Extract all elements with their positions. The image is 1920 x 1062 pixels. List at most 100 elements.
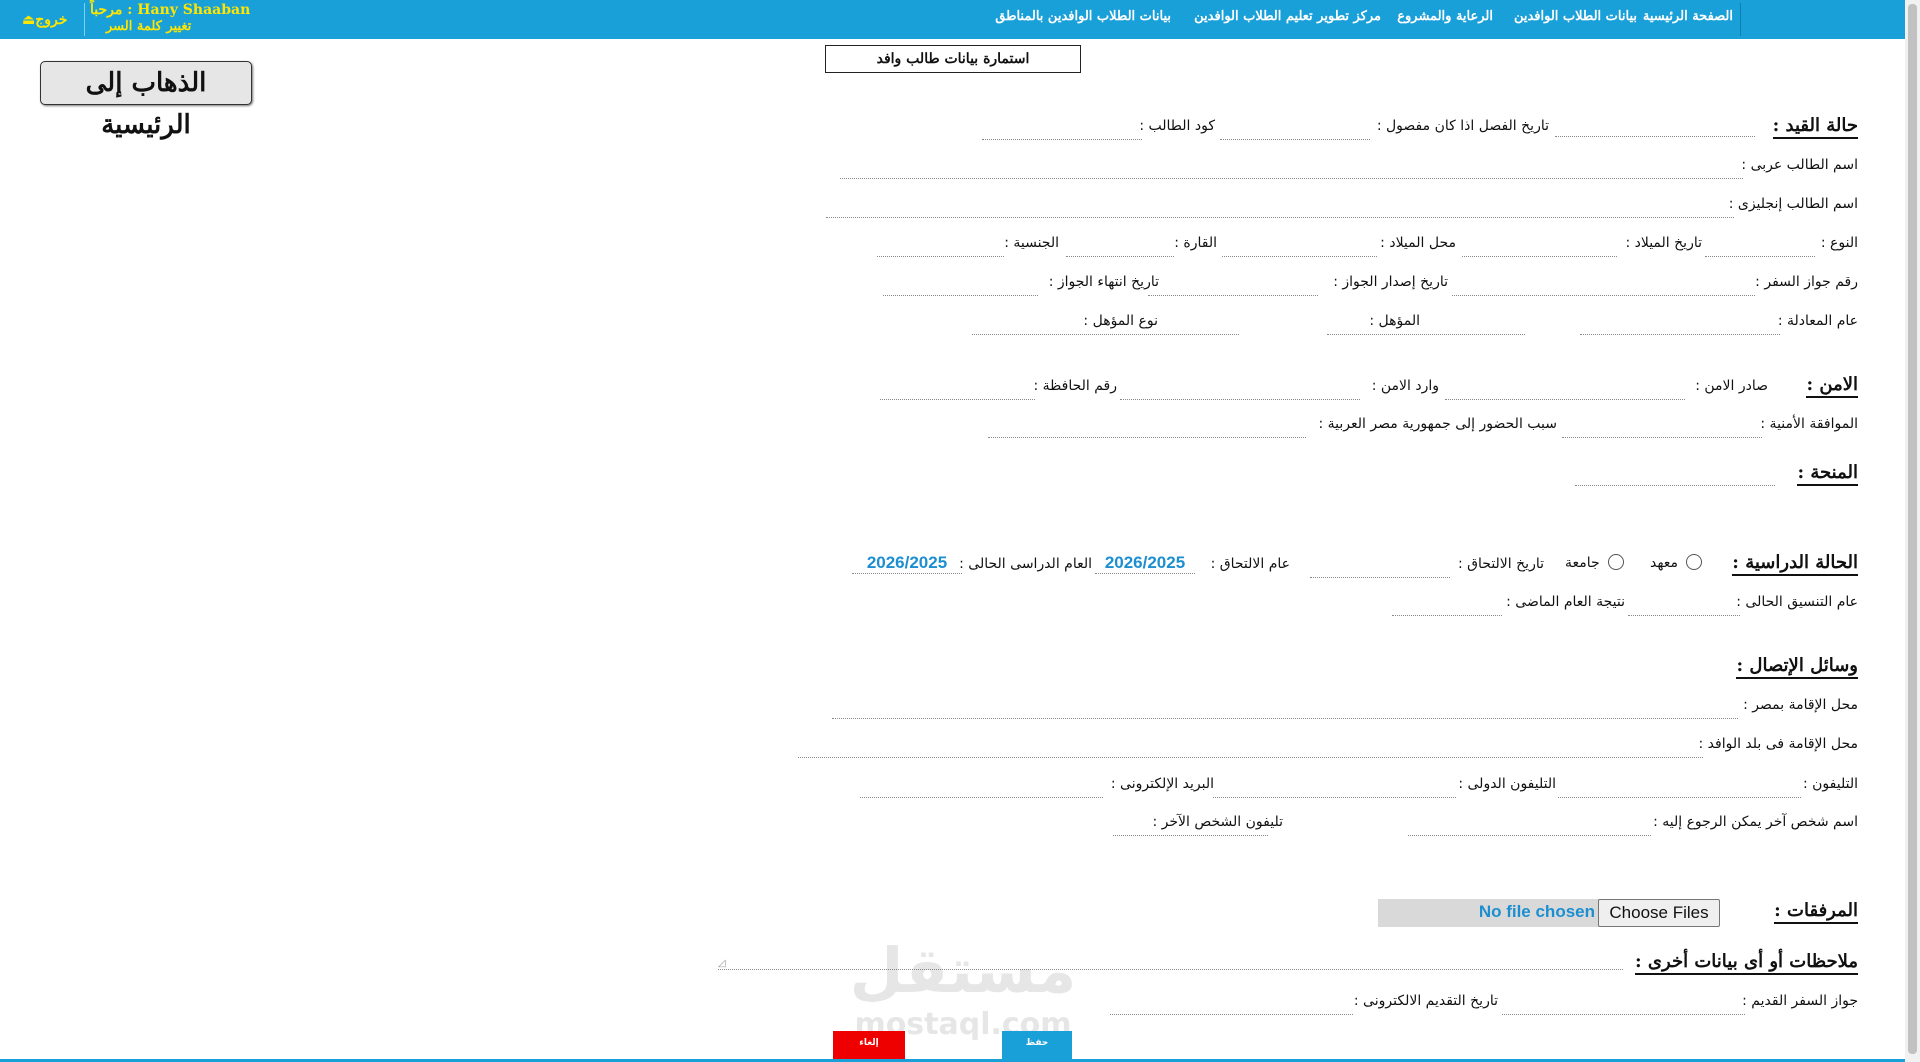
- folder-no-label: رقم الحافظة :: [1033, 378, 1117, 394]
- nationality-field[interactable]: [877, 238, 1004, 257]
- last-result-field[interactable]: [1392, 597, 1502, 616]
- residence-home-field[interactable]: [798, 739, 1703, 758]
- old-passport-label: جواز السفر القديم :: [1742, 993, 1858, 1009]
- name-en-label: اسم الطالب إنجليزى :: [1728, 196, 1858, 212]
- nav-regional-data[interactable]: بيانات الطلاب الوافدين بالمناطق: [995, 9, 1171, 24]
- section-attachments-title: المرفقات :: [1774, 900, 1858, 924]
- current-year-label: العام الدراسى الحالى :: [959, 556, 1092, 572]
- security-approval-label: الموافقة الأمنية :: [1760, 416, 1858, 432]
- scrollbar-thumb[interactable]: [1908, 4, 1917, 1054]
- coordination-year-label: عام التنسيق الحالى :: [1736, 594, 1858, 610]
- mostaql-watermark: مستقل mostaql.com: [850, 934, 1077, 1040]
- name-ar-label: اسم الطالب عربى :: [1741, 157, 1858, 173]
- dismissal-date-field[interactable]: [1220, 121, 1370, 140]
- gender-label: النوع :: [1820, 235, 1858, 251]
- section-enrollment-title: حالة القيد :: [1772, 115, 1858, 139]
- continent-field[interactable]: [1066, 238, 1174, 257]
- name-ar-field[interactable]: [840, 160, 1743, 179]
- passport-no-field[interactable]: [1452, 277, 1755, 296]
- student-code-label: كود الطالب :: [1139, 118, 1215, 134]
- file-status-text: No file chosen: [1478, 902, 1595, 921]
- folder-no-field[interactable]: [880, 381, 1035, 400]
- section-scholarship-title: المنحة :: [1797, 462, 1858, 486]
- nav-development-center[interactable]: مركز تطوير تعليم الطلاب الوافدين: [1194, 9, 1381, 24]
- nav-home[interactable]: الصفحة الرئيسية: [1643, 9, 1733, 24]
- intl-phone-field[interactable]: [1213, 779, 1456, 798]
- university-radio[interactable]: [1608, 554, 1624, 570]
- passport-no-label: رقم جواز السفر :: [1755, 274, 1858, 290]
- resize-handle-icon[interactable]: ◿: [718, 958, 726, 969]
- residence-egypt-label: محل الإقامة بمصر :: [1743, 697, 1858, 713]
- birth-date-field[interactable]: [1462, 238, 1617, 257]
- passport-expiry-field[interactable]: [883, 277, 1038, 296]
- birth-date-label: تاريخ الميلاد :: [1625, 235, 1702, 251]
- form-title: استمارة بيانات طالب وافد: [825, 45, 1081, 73]
- go-home-button[interactable]: الذهاب إلى الرئيسية: [40, 61, 252, 140]
- logout-icon: ⏏: [22, 12, 36, 28]
- residence-egypt-field[interactable]: [832, 700, 1738, 719]
- top-navigation-bar: الصفحة الرئيسية بيانات الطلاب الوافدين ا…: [0, 0, 1905, 39]
- residence-home-label: محل الإقامة فى بلد الوافد :: [1698, 736, 1858, 752]
- current-year-value[interactable]: 2026/2025: [852, 553, 962, 574]
- security-issued-field[interactable]: [1445, 381, 1685, 400]
- email-field[interactable]: [860, 779, 1103, 798]
- dismissal-date-label: تاريخ الفصل اذا كان مفصول :: [1376, 118, 1549, 134]
- join-year-value[interactable]: 2026/2025: [1095, 553, 1195, 574]
- student-code-field[interactable]: [982, 121, 1142, 140]
- name-en-field[interactable]: [826, 199, 1734, 218]
- section-notes-title: ملاحظات أو أى بيانات أخرى :: [1635, 951, 1858, 975]
- watermark-logo: مستقل: [850, 934, 1077, 1007]
- institute-label: معهد: [1650, 555, 1679, 571]
- arrival-reason-label: سبب الحضور إلى جمهورية مصر العربية :: [1318, 416, 1558, 432]
- passport-issue-field[interactable]: [1148, 277, 1318, 296]
- birth-place-field[interactable]: [1222, 238, 1377, 257]
- save-button[interactable]: حفظ: [1002, 1031, 1072, 1062]
- equivalency-year-field[interactable]: [1580, 316, 1780, 335]
- nav-students-data[interactable]: بيانات الطلاب الوافدين: [1514, 9, 1637, 24]
- passport-expiry-label: تاريخ انتهاء الجواز :: [1048, 274, 1159, 290]
- qualification-field[interactable]: [1327, 316, 1525, 335]
- nav-divider: [1740, 3, 1741, 36]
- arrival-reason-field[interactable]: [988, 419, 1306, 438]
- contact-person-label: اسم شخص آخر يمكن الرجوع إليه :: [1653, 814, 1858, 830]
- cancel-button[interactable]: إلغاء: [833, 1031, 905, 1062]
- join-date-field[interactable]: [1310, 559, 1450, 578]
- submit-date-field[interactable]: [1110, 996, 1353, 1015]
- continent-label: القارة :: [1174, 235, 1217, 251]
- choose-files-button[interactable]: Choose Files: [1598, 899, 1720, 927]
- enrollment-status-field[interactable]: [1555, 118, 1755, 137]
- join-year-label: عام الالتحاق :: [1210, 556, 1290, 572]
- scholarship-field[interactable]: [1575, 467, 1775, 486]
- contact-phone-field[interactable]: [1113, 817, 1268, 836]
- nationality-label: الجنسية :: [1004, 235, 1059, 251]
- old-passport-field[interactable]: [1502, 996, 1745, 1015]
- institute-radio[interactable]: [1686, 554, 1702, 570]
- intl-phone-label: التليفون الدولى :: [1458, 776, 1556, 792]
- phone-field[interactable]: [1558, 779, 1801, 798]
- email-label: البريد الإلكترونى :: [1110, 776, 1214, 792]
- nav-care-project[interactable]: الرعاية والمشروع: [1397, 9, 1493, 24]
- passport-issue-label: تاريخ إصدار الجواز :: [1333, 274, 1448, 290]
- join-date-label: تاريخ الالتحاق :: [1457, 556, 1544, 572]
- section-security-title: الامن :: [1806, 374, 1858, 398]
- section-study-title: الحالة الدراسية :: [1732, 552, 1858, 576]
- qualification-type-field[interactable]: [972, 316, 1239, 335]
- submit-date-label: تاريخ التقديم الالكترونى :: [1353, 993, 1498, 1009]
- change-password-link[interactable]: تغيير كلمة السر: [106, 19, 191, 34]
- user-divider: [84, 3, 85, 36]
- contact-person-field[interactable]: [1408, 817, 1651, 836]
- coordination-year-field[interactable]: [1628, 597, 1740, 616]
- welcome-text: مرحباً : Hany Shaaban: [90, 2, 251, 18]
- gender-field[interactable]: [1705, 238, 1815, 257]
- university-label: جامعة: [1565, 555, 1600, 571]
- logout-link[interactable]: ⏏خروج: [22, 12, 67, 28]
- security-incoming-field[interactable]: [1120, 381, 1360, 400]
- birth-place-label: محل الميلاد :: [1380, 235, 1456, 251]
- equivalency-year-label: عام المعادلة :: [1777, 313, 1858, 329]
- security-issued-label: صادر الامن :: [1695, 378, 1768, 394]
- section-contact-title: وسائل الإتصال :: [1736, 655, 1858, 679]
- last-result-label: نتيجة العام الماضى :: [1506, 594, 1625, 610]
- phone-label: التليفون :: [1802, 776, 1858, 792]
- security-approval-field[interactable]: [1562, 419, 1762, 438]
- security-incoming-label: وارد الامن :: [1371, 378, 1439, 394]
